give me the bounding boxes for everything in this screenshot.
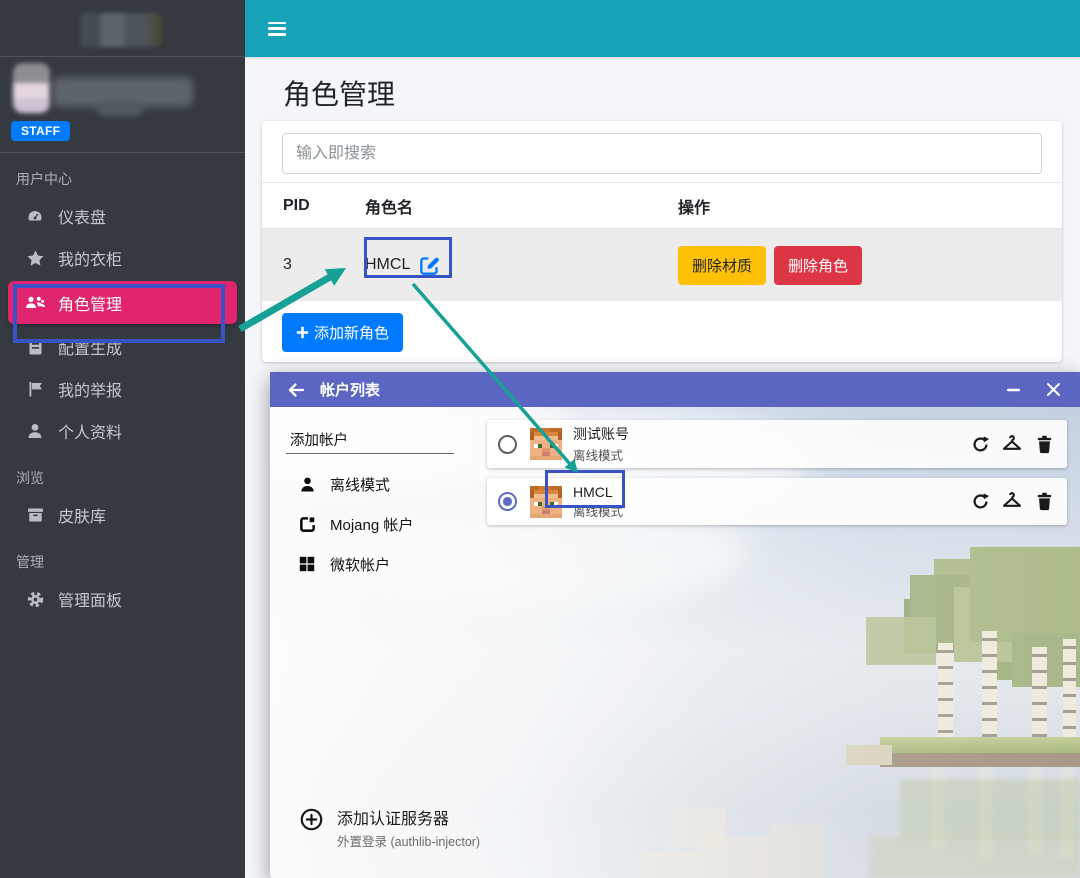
add-auth-server[interactable]: 添加认证服务器 外置登录 (authlib-injector) xyxy=(270,805,480,850)
account-type: 离线模式 xyxy=(573,445,629,464)
add-auth-server-title: 添加认证服务器 xyxy=(337,805,480,829)
sidebar-item-label: 我的衣柜 xyxy=(58,246,122,270)
close-icon[interactable] xyxy=(1040,377,1066,403)
sidebar-nav: 用户中心 仪表盘 我的衣柜 角色管理 配置生成 xyxy=(0,153,245,620)
search-zone xyxy=(262,121,1062,182)
page-title: 角色管理 xyxy=(283,73,395,113)
user-panel: STAFF xyxy=(0,57,245,153)
delete-texture-button[interactable]: 删除材质 xyxy=(678,246,766,285)
nav-header-admin: 管理 xyxy=(0,536,245,578)
method-microsoft-account[interactable]: 微软帐户 xyxy=(270,544,470,584)
star-icon xyxy=(20,250,50,267)
sidebar-item-label: 管理面板 xyxy=(58,587,122,611)
method-mojang-account[interactable]: Mojang 帐户 xyxy=(270,504,470,544)
gear-icon xyxy=(20,591,50,608)
sidebar-item-label: 仪表盘 xyxy=(58,204,106,228)
sidebar-item-skin-library[interactable]: 皮肤库 xyxy=(0,494,245,536)
window-body: 添加帐户 离线模式 Mojang 帐户 微软帐户 xyxy=(270,407,1080,878)
minimize-icon[interactable] xyxy=(1000,377,1026,403)
nav-header-browse: 浏览 xyxy=(0,452,245,494)
topbar xyxy=(245,0,1080,57)
window-titlebar: 帐户列表 xyxy=(270,372,1080,407)
sidebar-item-config-generator[interactable]: 配置生成 xyxy=(0,326,245,368)
divider xyxy=(286,453,454,454)
table-row: 3 HMCL 删除材质 删除角色 xyxy=(262,229,1062,301)
trash-icon[interactable] xyxy=(1033,433,1055,455)
brand-area xyxy=(0,0,245,57)
add-role-button[interactable]: 添加新角色 xyxy=(282,313,403,352)
add-role-label: 添加新角色 xyxy=(314,322,389,343)
account-row-hmcl[interactable]: HMCL 离线模式 xyxy=(487,478,1067,525)
plus-icon xyxy=(296,326,309,339)
col-header-pid: PID xyxy=(262,197,365,215)
method-label: 离线模式 xyxy=(330,474,390,495)
sidebar-item-my-reports[interactable]: 我的举报 xyxy=(0,368,245,410)
account-type: 离线模式 xyxy=(573,501,623,520)
sidebar-item-label: 配置生成 xyxy=(58,335,122,359)
config-book-icon xyxy=(20,339,50,355)
trash-icon[interactable] xyxy=(1033,491,1055,513)
avatar xyxy=(530,486,562,518)
menu-icon[interactable] xyxy=(268,22,286,36)
edit-icon[interactable] xyxy=(419,255,440,276)
sidebar-item-label: 我的举报 xyxy=(58,377,122,401)
back-arrow-icon[interactable] xyxy=(286,381,306,399)
radio-selected[interactable] xyxy=(498,492,517,511)
brand-logo-blurred xyxy=(80,13,162,47)
method-offline-mode[interactable]: 离线模式 xyxy=(270,464,470,504)
skin-hanger-icon[interactable] xyxy=(1001,433,1023,455)
radio-unselected[interactable] xyxy=(498,435,517,454)
skin-hanger-icon[interactable] xyxy=(1001,491,1023,513)
table-header: PID 角色名 操作 xyxy=(262,182,1062,229)
cell-pid: 3 xyxy=(262,256,365,274)
add-account-label: 添加帐户 xyxy=(290,429,348,450)
players-card: PID 角色名 操作 3 HMCL 删除材质 删除角色 添加新角色 xyxy=(262,121,1062,362)
plus-circle-icon xyxy=(300,808,323,831)
account-row-test[interactable]: 测试账号 离线模式 xyxy=(487,420,1067,468)
avatar xyxy=(530,428,562,460)
col-header-actions: 操作 xyxy=(678,194,1062,218)
sidebar-item-admin-panel[interactable]: 管理面板 xyxy=(0,578,245,620)
player-name: HMCL xyxy=(365,256,410,274)
account-name: HMCL xyxy=(573,484,623,500)
username-blurred-line2 xyxy=(97,103,143,116)
avatar xyxy=(13,63,50,113)
cell-name: HMCL xyxy=(365,255,678,276)
sidebar-item-label: 个人资料 xyxy=(58,419,122,443)
add-zone: 添加新角色 xyxy=(262,301,1062,364)
cell-actions: 删除材质 删除角色 xyxy=(678,246,1062,285)
sidebar-item-dashboard[interactable]: 仪表盘 xyxy=(0,195,245,237)
status-badge: STAFF xyxy=(11,121,70,141)
users-icon xyxy=(20,295,50,311)
refresh-icon[interactable] xyxy=(969,491,991,513)
flag-icon xyxy=(20,381,50,397)
window-title: 帐户列表 xyxy=(320,379,380,400)
refresh-icon[interactable] xyxy=(969,433,991,455)
account-name: 测试账号 xyxy=(573,424,629,444)
sidebar-item-profile[interactable]: 个人资料 xyxy=(0,410,245,452)
mojang-icon xyxy=(296,516,318,533)
sidebar-item-label: 皮肤库 xyxy=(58,503,106,527)
archive-box-icon xyxy=(20,507,50,523)
nav-header-user-center: 用户中心 xyxy=(0,153,245,195)
sidebar-item-label: 角色管理 xyxy=(58,291,122,315)
search-input[interactable] xyxy=(282,133,1042,174)
tachometer-icon xyxy=(20,208,50,224)
method-label: 微软帐户 xyxy=(330,554,390,575)
user-icon xyxy=(20,423,50,439)
offline-person-icon xyxy=(296,476,318,493)
sidebar: STAFF 用户中心 仪表盘 我的衣柜 角色管理 xyxy=(0,0,245,878)
sidebar-item-role-management[interactable]: 角色管理 xyxy=(0,279,245,326)
hmcl-window: 帐户列表 xyxy=(270,372,1080,878)
add-auth-server-subtitle: 外置登录 (authlib-injector) xyxy=(337,831,480,850)
method-label: Mojang 帐户 xyxy=(330,514,413,535)
microsoft-icon xyxy=(296,556,318,572)
col-header-name: 角色名 xyxy=(365,194,678,218)
sidebar-item-closet[interactable]: 我的衣柜 xyxy=(0,237,245,279)
delete-role-button[interactable]: 删除角色 xyxy=(774,246,862,285)
